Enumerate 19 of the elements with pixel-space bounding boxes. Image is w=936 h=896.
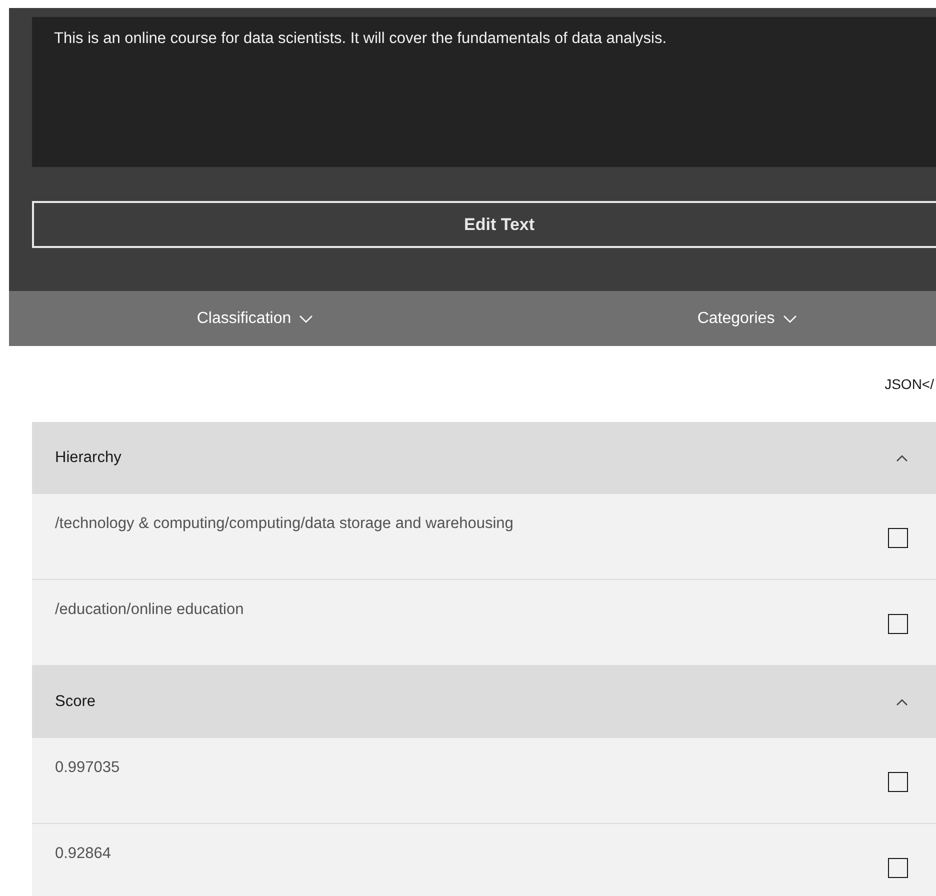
chevron-down-icon	[299, 314, 314, 322]
json-link[interactable]: JSON</	[884, 376, 934, 392]
section-title: Hierarchy	[55, 449, 122, 467]
dropdown-tab[interactable]: Categories	[501, 291, 936, 346]
section-title: Score	[55, 693, 96, 711]
checkbox[interactable]	[888, 772, 908, 792]
row-text: /technology & computing/computing/data storage and warehousing	[55, 515, 514, 533]
section-header[interactable]: Hierarchy	[32, 422, 936, 494]
checkbox[interactable]	[888, 858, 908, 878]
edit-text-button[interactable]: Edit Text	[32, 201, 936, 248]
row-text: 0.92864	[55, 845, 112, 863]
checkbox[interactable]	[888, 528, 908, 548]
section-header[interactable]: Score	[32, 666, 936, 738]
dropdown-tab[interactable]: Classification	[9, 291, 501, 346]
chevron-down-icon	[782, 314, 797, 322]
description-field[interactable]: This is an online course for data scientists. It will cover the fundamentals of data analysis.	[32, 17, 936, 167]
row-text: /education/online education	[55, 601, 244, 619]
checkbox[interactable]	[888, 614, 908, 634]
row-text: 0.997035	[55, 759, 120, 777]
